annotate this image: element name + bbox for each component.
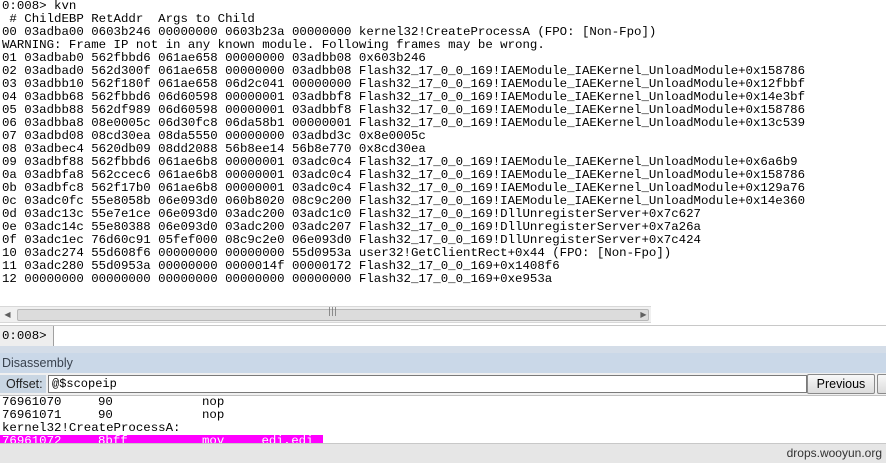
debugger-output-pane: 0:008> kvn # ChildEBP RetAddr Args to Ch… [0,0,886,306]
watermark-text: drops.wooyun.org [786,446,882,460]
offset-bar: Offset: Previous [0,373,886,396]
instruction-text: nop [202,408,225,422]
previous-button[interactable]: Previous [807,374,875,394]
next-button[interactable] [877,374,886,394]
scrollbar-grip: ||| [328,307,338,317]
disassembly-symbol-label[interactable]: kernel32!CreateProcessA: [0,422,886,435]
disassembly-row[interactable]: 76961070 90 nop [0,396,886,409]
disassembly-title: Disassembly [0,353,886,373]
disassembly-listing: 76961070 90 nop 76961071 90 nop kernel32!Creat… [0,396,886,444]
pane-separator[interactable] [0,346,886,353]
output-line: 12 00000000 00000000 00000000 00000000 0… [2,272,553,286]
command-prompt: 0:008> [0,326,54,346]
instruction-bytes: 90 [98,396,113,409]
scroll-left-icon[interactable]: ◀ [0,307,15,322]
offset-label: Offset: [0,375,46,393]
scroll-right-icon[interactable]: ▶ [636,307,651,322]
scrollbar-thumb[interactable]: ||| [17,307,649,321]
command-bar: 0:008> [0,325,886,347]
horizontal-scrollbar[interactable]: ◀ ||| ▶ [0,306,651,323]
command-input[interactable] [58,327,882,343]
status-bar: drops.wooyun.org [0,443,886,463]
offset-input[interactable] [48,375,807,393]
